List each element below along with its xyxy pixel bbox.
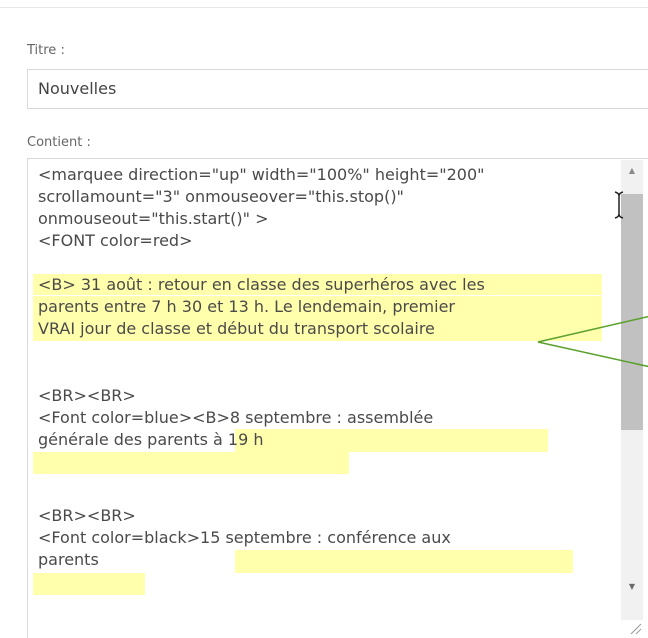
arrow-up-icon[interactable]: ▲ (621, 160, 643, 182)
code-line: onmouseout="this.start()" > (38, 209, 269, 228)
code-line: <Font color=blue><B>8 septembre : assemb… (38, 408, 434, 427)
content-textarea[interactable]: <marquee direction="up" width="100%" hei… (27, 158, 648, 638)
vertical-scrollbar[interactable]: ▲ ▼ (621, 160, 643, 620)
code-line: parents (38, 550, 99, 569)
scrollbar-thumb[interactable] (621, 194, 643, 430)
arrow-down-icon[interactable]: ▼ (621, 576, 643, 598)
code-line: <marquee direction="up" width="100%" hei… (38, 165, 485, 184)
title-value: Nouvelles (38, 79, 117, 98)
divider (0, 7, 648, 8)
code-line: générale des parents à 19 h (38, 430, 264, 449)
edit-panel: Titre : Nouvelles Contient : <marquee di… (0, 0, 648, 638)
title-label: Titre : (27, 43, 65, 58)
highlight-mark (235, 429, 548, 452)
code-line: <BR><BR> (38, 386, 136, 405)
code-line: VRAI jour de classe et début du transpor… (38, 319, 435, 338)
code-line: <FONT color=red> (38, 231, 193, 250)
content-label: Contient : (27, 135, 91, 150)
text-cursor-icon (614, 191, 624, 219)
resize-grip-icon[interactable] (628, 621, 642, 635)
code-line: scrollamount="3" onmouseover="this.stop(… (38, 187, 404, 206)
code-line: <Font color=black>15 septembre : confére… (38, 528, 451, 547)
highlight-mark (33, 452, 349, 474)
title-field[interactable]: Nouvelles (27, 69, 648, 109)
code-line: parents entre 7 h 30 et 13 h. Le lendema… (38, 297, 455, 316)
highlight-mark (33, 573, 145, 595)
highlight-mark (235, 550, 573, 573)
code-line: <BR><BR> (38, 506, 136, 525)
code-line: <B> 31 août : retour en classe des super… (38, 275, 485, 294)
